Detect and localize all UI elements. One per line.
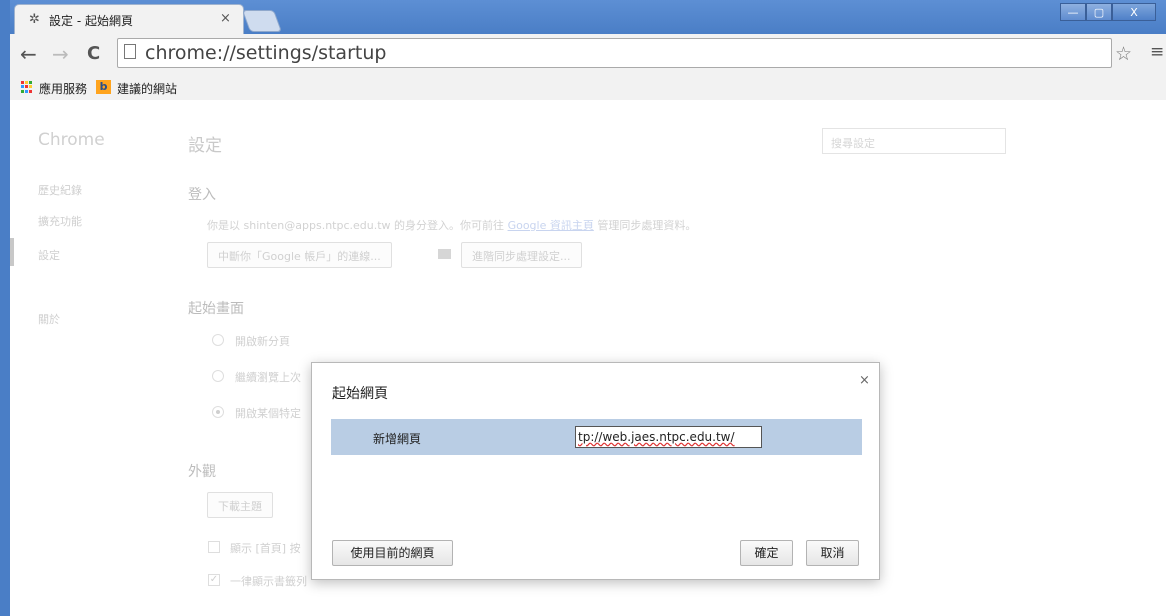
page-url-input[interactable]: tp://web.jaes.ntpc.edu.tw/ [575, 426, 762, 448]
startup-radio-specific[interactable] [212, 406, 224, 418]
appearance-heading: 外觀 [188, 464, 216, 480]
advanced-sync-button[interactable]: 進階同步處理設定... [461, 242, 582, 268]
maximize-button[interactable]: ▢ [1086, 3, 1112, 21]
address-bar[interactable]: chrome://settings/startup [117, 38, 1112, 68]
bookmark-b-icon: b [96, 80, 111, 94]
get-themes-button[interactable]: 下載主題 [207, 492, 273, 518]
back-arrow-icon[interactable]: ← [20, 42, 37, 66]
use-current-pages-button[interactable]: 使用目前的網頁 [332, 540, 453, 566]
cancel-button[interactable]: 取消 [806, 540, 859, 566]
menu-icon[interactable]: ≡ [1150, 42, 1164, 62]
tab-title: 設定 - 起始網頁 [49, 14, 133, 28]
toolbar: ← → C chrome://settings/startup ☆ ≡ [0, 34, 1166, 74]
sidebar-active-marker [10, 238, 14, 266]
tab-settings[interactable]: ✲ 設定 - 起始網頁 × [14, 4, 244, 34]
new-tab-button[interactable] [241, 10, 283, 32]
bookmarks-bar-checkbox[interactable]: ✓ [208, 574, 220, 586]
gear-icon: ✲ [29, 12, 40, 27]
browser-window: ✲ 設定 - 起始網頁 × — ▢ X ← → C chrome://setti… [0, 0, 1166, 616]
bookmark-suggested-sites[interactable]: 建議的網站 [117, 80, 177, 97]
google-dashboard-link[interactable]: Google 資訊主頁 [508, 219, 594, 232]
tab-strip: ✲ 設定 - 起始網頁 × — ▢ X [0, 0, 1166, 34]
bookmarks-bar: 應用服務 b 建議的網站 [0, 74, 1166, 101]
signin-text: 你是以 shinten@apps.ntpc.edu.tw 的身分登入。你可前往 … [207, 217, 696, 233]
page-icon [124, 44, 136, 59]
url-text: chrome://settings/startup [145, 42, 387, 64]
bookmarks-bar-label: 一律顯示書籤列 [230, 575, 307, 588]
startup-option-continue: 繼續瀏覽上次 [235, 371, 301, 384]
startup-option-specific: 開啟某個特定 [235, 407, 301, 420]
tab-close-icon[interactable]: × [220, 11, 231, 26]
apps-icon [21, 81, 33, 93]
signin-heading: 登入 [188, 187, 216, 203]
startup-radio-newtab[interactable] [212, 334, 224, 346]
show-home-checkbox[interactable] [208, 541, 220, 553]
page-url-value: tp://web.jaes.ntpc.edu.tw/ [578, 430, 735, 444]
managed-icon [438, 249, 451, 259]
minimize-button[interactable]: — [1060, 3, 1086, 21]
window-close-button[interactable]: X [1112, 3, 1156, 21]
bookmark-apps[interactable]: 應用服務 [39, 80, 87, 97]
star-icon[interactable]: ☆ [1115, 43, 1132, 65]
sidebar-brand: Chrome [38, 130, 105, 150]
close-icon[interactable]: × [859, 373, 870, 388]
reload-icon[interactable]: C [87, 43, 100, 64]
disconnect-account-button[interactable]: 中斷你「Google 帳戶」的連線... [207, 242, 392, 268]
startup-radio-continue[interactable] [212, 370, 224, 382]
search-settings-input[interactable]: 搜尋設定 [822, 128, 1006, 154]
sidebar-item-settings[interactable]: 設定 [38, 247, 60, 263]
signin-text-post: 管理同步處理資料。 [597, 219, 697, 232]
startup-heading: 起始畫面 [188, 301, 244, 317]
startup-option-newtab: 開啟新分頁 [235, 335, 290, 348]
startup-page-row[interactable]: 新增網頁 tp://web.jaes.ntpc.edu.tw/ [331, 419, 862, 455]
sidebar-item-about[interactable]: 關於 [38, 311, 60, 327]
add-page-label: 新增網頁 [373, 432, 422, 446]
dialog-title: 起始網頁 [332, 386, 388, 402]
window-controls: — ▢ X [1060, 3, 1156, 21]
ok-button[interactable]: 確定 [740, 540, 793, 566]
show-home-label: 顯示 [首頁] 按 [230, 542, 301, 555]
sidebar-item-history[interactable]: 歷史紀錄 [38, 182, 82, 198]
startup-pages-dialog: 起始網頁 × 新增網頁 tp://web.jaes.ntpc.edu.tw/ 使… [311, 362, 880, 580]
sidebar-item-extensions[interactable]: 擴充功能 [38, 213, 82, 229]
forward-arrow-icon[interactable]: → [52, 42, 69, 66]
signin-text-pre: 你是以 shinten@apps.ntpc.edu.tw 的身分登入。你可前往 [207, 219, 505, 232]
page-title: 設定 [188, 136, 222, 156]
search-placeholder: 搜尋設定 [831, 137, 875, 150]
